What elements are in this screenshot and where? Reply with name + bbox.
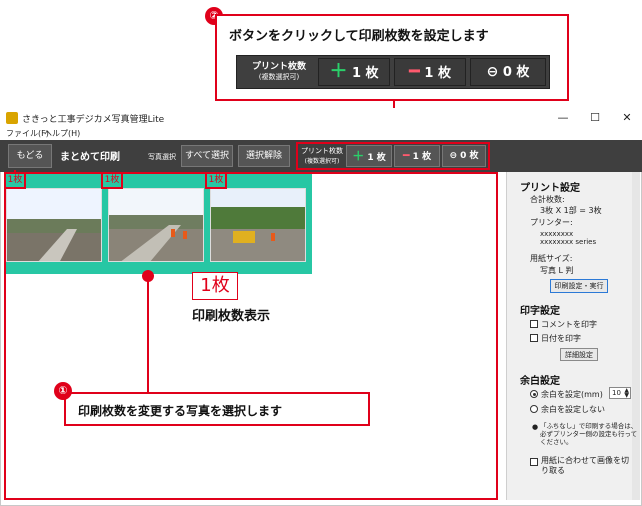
paper-value: 写真 L 判 <box>540 266 574 275</box>
print-settings-heading: プリント設定 <box>520 183 580 194</box>
photo-count-badge: 1枚 <box>101 172 123 189</box>
total-label: 合計枚数: <box>530 195 565 204</box>
back-button[interactable]: もどる <box>8 144 52 168</box>
photo-image <box>109 189 203 261</box>
window-title: さきっと工事デジカメ写真管理Lite <box>22 115 165 125</box>
callout-plus-one-button[interactable]: ＋ 1 枚 <box>318 58 390 86</box>
photo-thumbnail[interactable] <box>108 188 204 262</box>
settings-scrollbar[interactable] <box>632 172 640 500</box>
callout-minus-one-button[interactable]: ━ 1 枚 <box>394 58 466 86</box>
close-button[interactable]: ✕ <box>612 109 642 127</box>
callout-number-1: ① <box>54 382 72 400</box>
maximize-button[interactable]: ☐ <box>580 109 610 127</box>
badge-connector <box>14 170 16 174</box>
menu-bar <box>0 128 642 140</box>
margin-set-radio[interactable] <box>530 390 538 398</box>
printer-name-2: xxxxxxxx series <box>540 238 597 246</box>
app-icon <box>6 112 18 124</box>
callout-print-count-label: プリント枚数 (複数選択可) <box>251 62 306 81</box>
deselect-button[interactable]: 選択解除 <box>238 145 290 167</box>
spinner-icon: ▲ ▼ <box>624 387 629 399</box>
date-print-checkbox[interactable] <box>530 334 538 342</box>
minus-icon: ━ <box>402 149 410 162</box>
photo-count-badge: 1枚 <box>4 172 26 189</box>
borderless-note: 「ふちなし」で印刷する場合は、必ずプリンター側の設定も行ってください。 <box>540 422 638 446</box>
callout-bottom-connector <box>147 280 149 392</box>
menu-file[interactable]: ファイル(F) <box>6 128 49 139</box>
minimize-button[interactable]: — <box>548 109 578 127</box>
minus-icon: ━ <box>409 61 420 82</box>
printer-name-1: xxxxxxxx <box>540 230 574 238</box>
date-print-label: 日付を印字 <box>541 334 581 343</box>
bullet-icon: ● <box>532 423 539 431</box>
callout-zero-button[interactable]: ⊖ 0 枚 <box>470 58 546 86</box>
callout-bottom-text: 印刷枚数を変更する写真を選択します <box>78 404 283 418</box>
toolbar-title: まとめて印刷 <box>60 152 120 163</box>
print-count-label: プリント枚数 (複数選択可) <box>301 147 343 165</box>
comment-print-label: コメントを印字 <box>541 320 597 329</box>
detail-settings-button[interactable]: 詳細設定 <box>560 348 598 361</box>
select-all-button[interactable]: すべて選択 <box>181 145 233 167</box>
photo-thumbnail[interactable] <box>210 188 306 262</box>
imprint-settings-heading: 印字設定 <box>520 306 560 317</box>
circle-minus-icon: ⊖ <box>449 151 457 161</box>
margin-none-radio[interactable] <box>530 405 538 413</box>
callout-top-text: ボタンをクリックして印刷枚数を設定します <box>229 29 489 44</box>
paper-label: 用紙サイズ: <box>530 254 573 263</box>
fit-crop-checkbox[interactable] <box>530 458 538 466</box>
margin-value-input[interactable]: 10 ▲ ▼ <box>609 387 631 399</box>
total-value: 3枚 X 1部 = 3枚 <box>540 206 602 215</box>
photo-select-label: 写真選択 <box>148 153 176 161</box>
plus-one-button[interactable]: ＋ 1 枚 <box>346 145 392 167</box>
zero-button[interactable]: ⊖ 0 枚 <box>442 145 486 167</box>
print-exec-button[interactable]: 印刷設定・実行 <box>550 279 608 293</box>
margin-set-label: 余白を設定(mm) <box>541 390 603 399</box>
print-count-display-label: 印刷枚数表示 <box>192 309 271 324</box>
photo-image <box>7 189 101 261</box>
photo-image <box>211 189 305 261</box>
printer-label: プリンター: <box>530 218 573 227</box>
menu-help[interactable]: ヘルプ(H) <box>44 128 80 139</box>
fit-crop-label: 用紙に合わせて画像を切り取る <box>541 456 629 475</box>
margin-settings-heading: 余白設定 <box>520 376 560 387</box>
margin-none-label: 余白を設定しない <box>541 405 605 414</box>
circle-minus-icon: ⊖ <box>486 64 499 80</box>
photo-thumbnail[interactable] <box>6 188 102 262</box>
photo-count-badge: 1枚 <box>205 172 227 189</box>
minus-one-button[interactable]: ━ 1 枚 <box>394 145 440 167</box>
print-count-display-sample: 1枚 <box>192 272 238 300</box>
plus-icon: ＋ <box>352 149 365 163</box>
comment-print-checkbox[interactable] <box>530 320 538 328</box>
plus-icon: ＋ <box>329 61 348 82</box>
